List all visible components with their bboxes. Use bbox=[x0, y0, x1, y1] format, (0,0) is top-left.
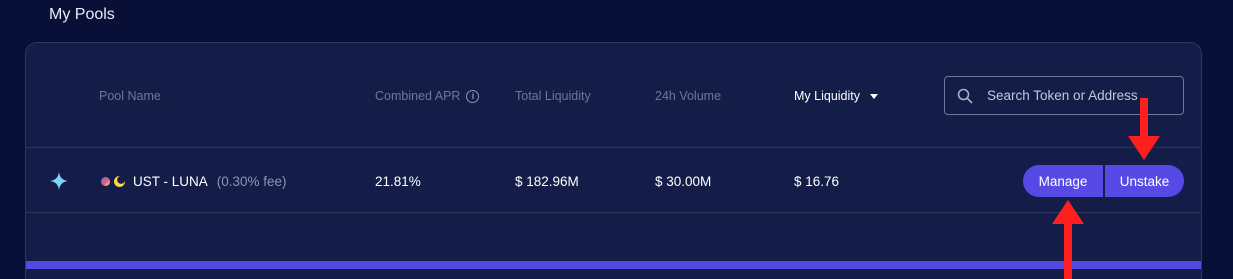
search-icon bbox=[957, 88, 973, 103]
token-pair-icons bbox=[101, 175, 125, 187]
caret-down-icon bbox=[870, 93, 878, 99]
unstake-button[interactable]: Unstake bbox=[1105, 165, 1184, 197]
column-combined-apr-label: Combined APR bbox=[375, 89, 461, 103]
bottom-accent-bar bbox=[26, 261, 1201, 269]
column-pool-name[interactable]: Pool Name bbox=[99, 89, 161, 103]
manage-button[interactable]: Manage bbox=[1023, 165, 1103, 197]
volume-24h-value: $ 30.00M bbox=[655, 173, 712, 189]
column-my-liquidity-label: My Liquidity bbox=[794, 89, 860, 103]
pool-fee: (0.30% fee) bbox=[216, 173, 287, 189]
pool-name-cell: UST - LUNA (0.30% fee) bbox=[101, 149, 287, 213]
favorite-star[interactable] bbox=[50, 149, 68, 213]
table-header: Pool Name Combined APR i Total Liquidity… bbox=[26, 43, 1201, 148]
column-total-liquidity[interactable]: Total Liquidity bbox=[515, 89, 591, 103]
sparkle-icon bbox=[50, 172, 68, 190]
combined-apr-value: 21.81% bbox=[375, 173, 421, 189]
section-title: My Pools bbox=[49, 6, 115, 23]
column-24h-volume[interactable]: 24h Volume bbox=[655, 89, 721, 103]
annotation-arrow-down bbox=[1128, 98, 1160, 160]
table-row[interactable]: UST - LUNA (0.30% fee) 21.81% $ 182.96M … bbox=[26, 149, 1201, 213]
info-icon[interactable]: i bbox=[466, 89, 480, 103]
total-liquidity-value: $ 182.96M bbox=[515, 173, 579, 189]
my-liquidity-value: $ 16.76 bbox=[794, 173, 840, 189]
column-combined-apr[interactable]: Combined APR i bbox=[375, 89, 480, 103]
column-my-liquidity[interactable]: My Liquidity bbox=[794, 89, 878, 103]
pool-name: UST - LUNA bbox=[133, 173, 208, 189]
ust-token-icon bbox=[101, 176, 110, 186]
luna-token-icon bbox=[114, 175, 125, 187]
pools-table: Pool Name Combined APR i Total Liquidity… bbox=[25, 42, 1202, 279]
annotation-arrow-up bbox=[1052, 200, 1084, 279]
